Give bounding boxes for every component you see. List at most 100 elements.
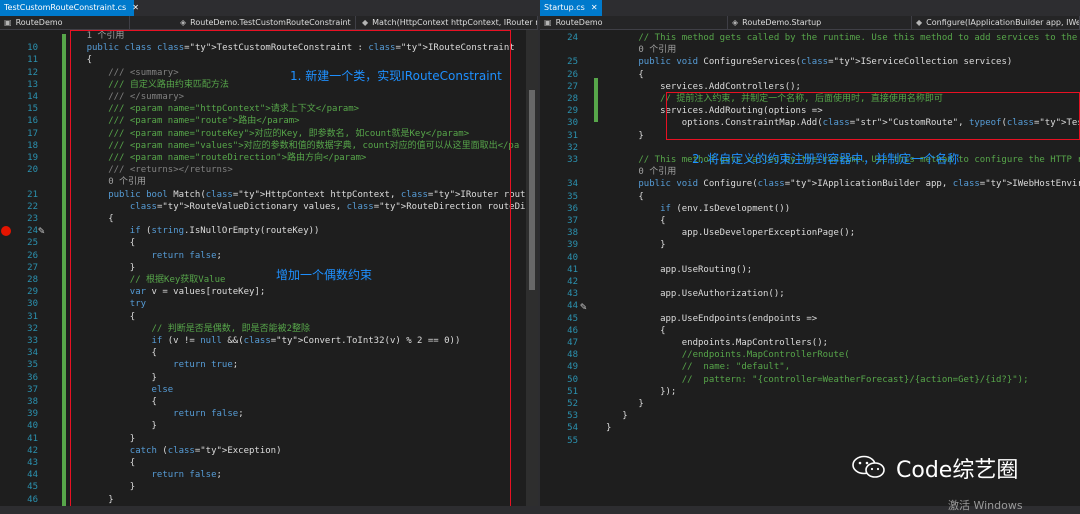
class-icon: ◈: [732, 18, 739, 27]
close-icon[interactable]: ✕: [132, 3, 139, 12]
code-line[interactable]: 47 endpoints.MapControllers();: [540, 337, 1080, 349]
code-line[interactable]: 53}: [540, 410, 1080, 422]
annotation-register-constraint: 2. 将自定义的约束注册到容器中，并制定一个名称: [692, 152, 960, 166]
code-text: app.UseAuthorization();: [638, 289, 785, 300]
line-number: 25: [567, 57, 578, 68]
tab-testcustomrouteconstraint[interactable]: TestCustomRouteConstraint.cs ✕: [0, 0, 139, 16]
project-dropdown[interactable]: ▣ RouteDemo: [540, 16, 728, 30]
change-tracking-bar: [594, 78, 598, 122]
line-number: 37: [567, 216, 578, 226]
left-tab-bar: TestCustomRouteConstraint.cs ✕: [0, 0, 538, 16]
breakpoint-icon[interactable]: [1, 226, 11, 236]
codelens-reference[interactable]: 0 个引用: [638, 166, 676, 178]
code-line[interactable]: 50 // pattern: "{controller=WeatherForec…: [540, 374, 1080, 386]
line-number: 49: [567, 362, 578, 373]
code-line[interactable]: 0 个引用: [540, 44, 1080, 56]
code-line[interactable]: 49 // name: "default",: [540, 361, 1080, 373]
line-number: 21: [27, 189, 38, 200]
line-number: 10: [27, 43, 38, 54]
code-line[interactable]: 46 {: [540, 325, 1080, 337]
line-number: 39: [567, 240, 578, 251]
line-number: 11: [27, 55, 38, 66]
code-line[interactable]: 43 app.UseAuthorization();: [540, 288, 1080, 300]
class-dropdown[interactable]: ◈ RouteDemo.Startup: [728, 16, 912, 30]
line-number: 30: [27, 299, 38, 310]
line-number: 35: [27, 360, 38, 371]
line-number: 31: [27, 311, 38, 322]
line-number: 23: [27, 214, 38, 224]
line-number: 48: [567, 350, 578, 361]
line-number: 16: [27, 116, 38, 127]
code-line[interactable]: 34 public void Configure(class="ty">IAppl…: [540, 178, 1080, 190]
line-number: 26: [27, 250, 38, 261]
tab-label: Startup.cs: [544, 3, 585, 12]
code-line[interactable]: 26 {: [540, 69, 1080, 81]
code-line[interactable]: 24 // This method gets called by the runt…: [540, 32, 1080, 44]
csharp-project-icon: ▣: [4, 18, 12, 27]
line-number: 28: [567, 94, 578, 104]
line-number: 43: [567, 289, 578, 300]
code-line[interactable]: 39 }: [540, 239, 1080, 251]
close-icon[interactable]: ✕: [591, 3, 598, 12]
change-tracking-bar: [62, 34, 66, 506]
code-line[interactable]: 55: [540, 435, 1080, 447]
annotation-new-class: 1. 新建一个类，实现IRouteConstraint: [290, 69, 502, 83]
class-icon: ◈: [180, 18, 187, 27]
code-line[interactable]: 25 public void ConfigureServices(class="t…: [540, 56, 1080, 68]
code-text: if (env.IsDevelopment()): [660, 203, 791, 214]
line-number: 18: [27, 140, 38, 151]
line-number: 45: [27, 482, 38, 493]
left-editor-pane: TestCustomRouteConstraint.cs ✕ ▣ RouteDemo…: [0, 0, 538, 514]
code-text: public void ConfigureServices(class="ty"…: [638, 57, 1013, 68]
code-line[interactable]: 35 {: [540, 191, 1080, 203]
line-number: 19: [27, 153, 38, 163]
code-line[interactable]: 52}: [540, 398, 1080, 410]
quick-actions-pencil-icon[interactable]: ✎: [38, 224, 45, 237]
code-line[interactable]: 37 {: [540, 215, 1080, 227]
left-vertical-scrollbar[interactable]: [526, 30, 538, 506]
code-line[interactable]: 0 个引用: [540, 166, 1080, 178]
code-line[interactable]: 45 app.UseEndpoints(endpoints =>: [540, 313, 1080, 325]
line-number: 27: [27, 262, 38, 273]
code-text: app.UseEndpoints(endpoints =>: [638, 313, 818, 324]
member-dropdown-label: Configure(IApplicationBuilder app, IWebH…: [926, 18, 1079, 27]
scrollbar-thumb[interactable]: [529, 90, 535, 290]
left-status-bar: [0, 506, 538, 514]
project-dropdown-label: RouteDemo: [15, 18, 63, 27]
code-line[interactable]: 36 if (env.IsDevelopment()): [540, 203, 1080, 215]
activate-windows-text: 激活 Windows: [948, 499, 1023, 512]
right-navigation-bar: ▣ RouteDemo ◈ RouteDemo.Startup ◆ Configure…: [540, 16, 1080, 30]
project-dropdown-label: RouteDemo: [555, 18, 603, 27]
code-text: }: [638, 399, 644, 409]
code-text: public void Configure(class="ty">IApplic…: [638, 179, 1080, 190]
member-dropdown[interactable]: ◆ Match(HttpContext httpContext, IRouter …: [358, 16, 538, 30]
code-line[interactable]: 42: [540, 276, 1080, 288]
code-line[interactable]: 44: [540, 300, 1080, 312]
code-text: // This method gets called by the runtim…: [638, 33, 1080, 43]
highlight-box-addrouting: [666, 92, 1080, 140]
line-number: 32: [567, 142, 578, 153]
member-dropdown[interactable]: ◆Configure(IApplicationBuilder app, IWeb…: [912, 16, 1080, 30]
class-dropdown[interactable]: ◈ RouteDemo.TestCustomRouteConstraint: [176, 16, 356, 30]
code-line[interactable]: 48 //endpoints.MapControllerRoute(: [540, 349, 1080, 361]
code-text: {: [638, 325, 666, 336]
code-line[interactable]: 54}: [540, 422, 1080, 434]
quick-actions-pencil-icon[interactable]: ✎: [580, 300, 587, 313]
line-number: 14: [27, 92, 38, 102]
code-line[interactable]: 41 app.UseRouting();: [540, 264, 1080, 276]
code-text: services.AddControllers();: [638, 81, 801, 92]
line-number: 30: [567, 118, 578, 129]
code-line[interactable]: 40: [540, 252, 1080, 264]
code-line[interactable]: 38 app.UseDeveloperExceptionPage();: [540, 227, 1080, 239]
code-line[interactable]: 51 });: [540, 386, 1080, 398]
tab-startup[interactable]: Startup.cs ✕: [540, 0, 602, 16]
codelens-reference[interactable]: 0 个引用: [638, 44, 676, 56]
line-number: 15: [27, 104, 38, 115]
project-dropdown[interactable]: ▣ RouteDemo: [0, 16, 130, 30]
watermark-text: Code综艺圈: [896, 458, 1019, 483]
code-text: // pattern: "{controller=WeatherForecast…: [638, 374, 1029, 385]
line-number: 47: [567, 338, 578, 348]
line-number: 20: [27, 165, 38, 176]
line-number: 29: [27, 287, 38, 298]
code-text: endpoints.MapControllers();: [638, 338, 829, 348]
